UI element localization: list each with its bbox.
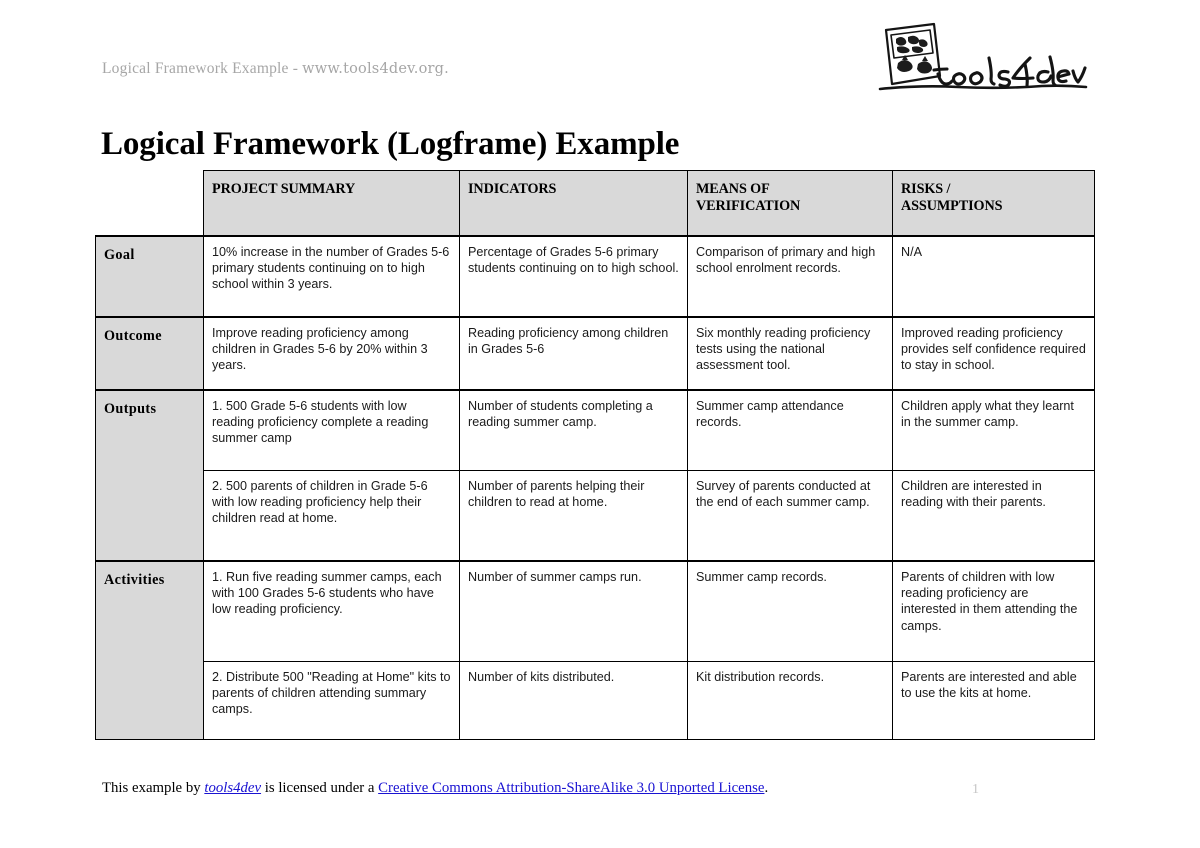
cell-activities1-verification: Summer camp records. — [687, 560, 893, 662]
cell-goal-risks: N/A — [892, 235, 1095, 318]
table-row-goal: Goal 10% increase in the number of Grade… — [95, 235, 1095, 318]
table-row-outputs-2: 2. 500 parents of children in Grade 5-6 … — [96, 470, 1095, 562]
cell-outcome-verification: Six monthly reading proficiency tests us… — [687, 316, 893, 391]
cell-activities2-risks: Parents are interested and able to use t… — [892, 661, 1095, 740]
running-head-prefix: Logical Framework Example - — [102, 60, 303, 77]
column-header-means-of-verification: MEANS OF VERIFICATION — [687, 170, 893, 237]
running-head-url: www.tools4dev.org. — [302, 61, 449, 77]
mov-line-2: VERIFICATION — [696, 198, 801, 215]
table-row-outputs-1: Outputs 1. 500 Grade 5-6 students with l… — [95, 389, 1095, 562]
creative-commons-license-link[interactable]: Creative Commons Attribution-ShareAlike … — [378, 780, 764, 796]
cell-activities1-risks: Parents of children with low reading pro… — [892, 560, 1095, 662]
column-header-project-summary: PROJECT SUMMARY — [203, 170, 460, 237]
cell-outcome-risks: Improved reading proficiency provides se… — [892, 316, 1095, 391]
row-label-activities: Activities — [95, 560, 204, 740]
cell-goal-verification: Comparison of primary and high school en… — [687, 235, 893, 318]
cell-goal-indicators: Percentage of Grades 5-6 primary student… — [459, 235, 688, 318]
cell-outputs2-verification: Survey of parents conducted at the end o… — [687, 470, 893, 562]
cell-activities2-summary: 2. Distribute 500 "Reading at Home" kits… — [203, 661, 460, 740]
cell-outputs2-risks: Children are interested in reading with … — [892, 470, 1095, 562]
cell-activities1-summary: 1. Run five reading summer camps, each w… — [203, 560, 460, 662]
corner-cell — [95, 170, 204, 236]
cell-activities1-indicators: Number of summer camps run. — [459, 560, 688, 662]
cell-activities2-indicators: Number of kits distributed. — [459, 661, 688, 740]
cell-outputs1-verification: Summer camp attendance records. — [687, 389, 893, 471]
tools4dev-logo — [872, 14, 1094, 106]
logo-wordmark — [932, 55, 1087, 88]
table-row-activities-2: 2. Distribute 500 "Reading at Home" kits… — [96, 661, 1095, 740]
cell-outputs1-summary: 1. 500 Grade 5-6 students with low readi… — [203, 389, 460, 471]
sketched-document-icon — [884, 22, 942, 86]
row-label-goal: Goal — [95, 235, 204, 318]
footer-middle: is licensed under a — [261, 780, 379, 796]
tools4dev-link[interactable]: tools4dev — [204, 780, 261, 796]
table-header-row: PROJECT SUMMARY INDICATORS MEANS OF VERIF… — [95, 170, 1095, 237]
table-row-outcome: Outcome Improve reading proficiency amon… — [95, 316, 1095, 391]
cell-outputs1-indicators: Number of students completing a reading … — [459, 389, 688, 471]
page-number: 1 — [972, 782, 979, 797]
table-row-activities-1: Activities 1. Run five reading summer ca… — [95, 560, 1095, 740]
logframe-table: PROJECT SUMMARY INDICATORS MEANS OF VERIF… — [95, 170, 1095, 740]
footer-suffix: . — [764, 780, 769, 796]
running-head: Logical Framework Example - www.tools4de… — [102, 60, 449, 78]
document-page: Logical Framework Example - www.tools4de… — [0, 0, 1200, 848]
cell-outcome-indicators: Reading proficiency among children in Gr… — [459, 316, 688, 391]
cell-activities2-verification: Kit distribution records. — [687, 661, 893, 740]
cell-outcome-summary: Improve reading proficiency among childr… — [203, 316, 460, 391]
column-header-indicators: INDICATORS — [459, 170, 688, 237]
risks-line-1: RISKS / — [901, 181, 951, 197]
column-header-risks-assumptions: RISKS / ASSUMPTIONS — [892, 170, 1095, 237]
page-title: Logical Framework (Logframe) Example — [101, 126, 680, 163]
cell-outputs2-summary: 2. 500 parents of children in Grade 5-6 … — [203, 470, 460, 562]
row-label-outputs: Outputs — [95, 389, 204, 562]
risks-line-2: ASSUMPTIONS — [901, 198, 1003, 215]
cell-outputs1-risks: Children apply what they learnt in the s… — [892, 389, 1095, 471]
cell-outputs2-indicators: Number of parents helping their children… — [459, 470, 688, 562]
mov-line-1: MEANS OF — [696, 181, 770, 197]
license-footer: This example by tools4dev is licensed un… — [102, 780, 768, 797]
row-label-outcome: Outcome — [95, 316, 204, 391]
footer-prefix: This example by — [102, 780, 205, 796]
cell-goal-summary: 10% increase in the number of Grades 5-6… — [203, 235, 460, 318]
